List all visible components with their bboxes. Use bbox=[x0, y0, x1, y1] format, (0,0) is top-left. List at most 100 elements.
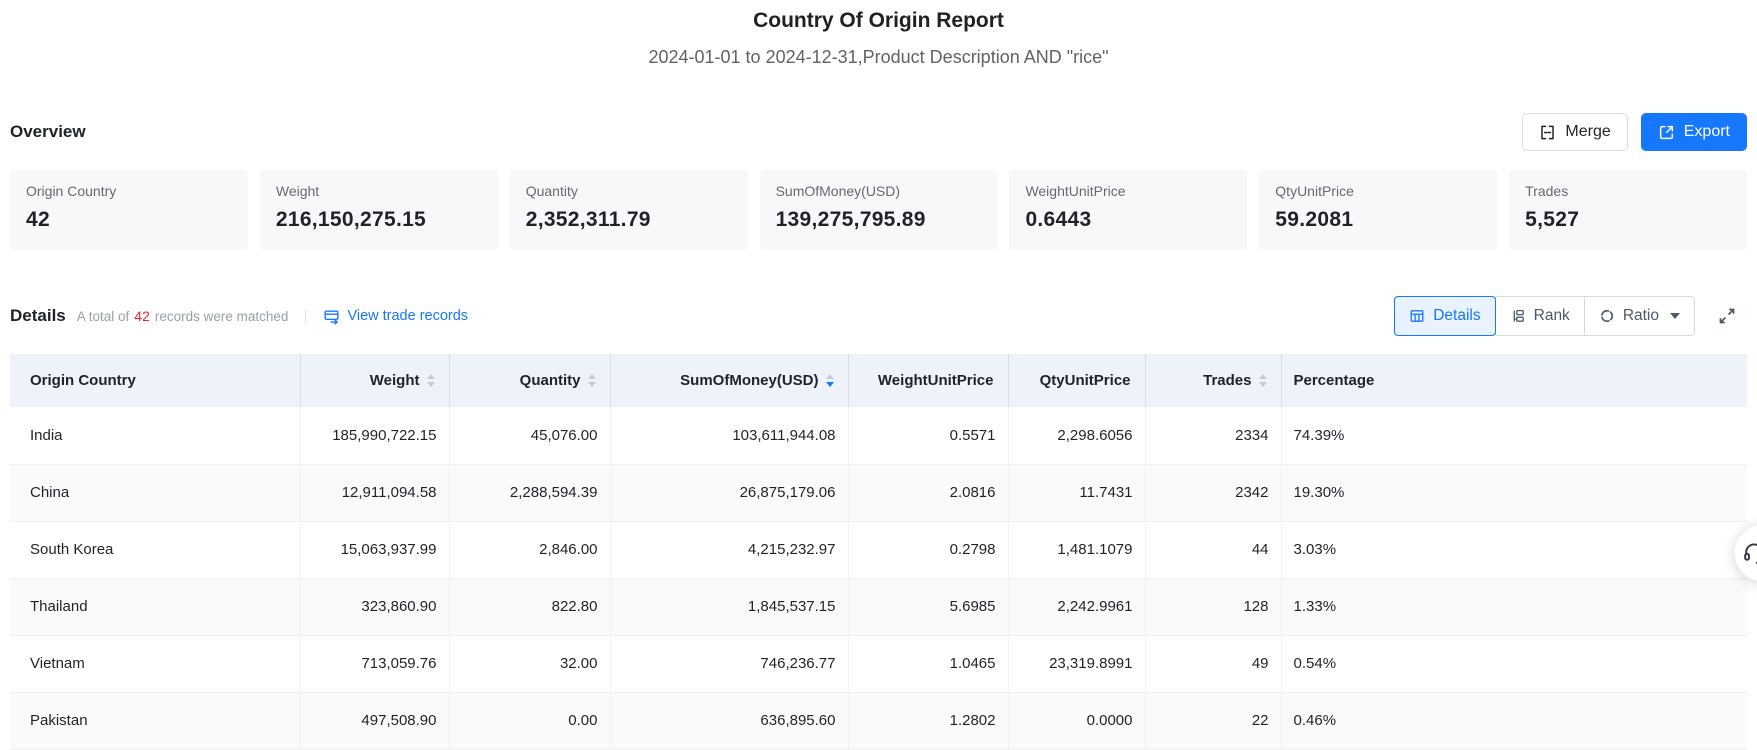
sort-control-trades[interactable] bbox=[1258, 374, 1267, 387]
ratio-donut-icon bbox=[1599, 308, 1615, 324]
table-cell: 636,895.60 bbox=[610, 692, 849, 750]
merge-icon bbox=[1539, 124, 1556, 141]
column-header-trades[interactable]: Trades bbox=[1145, 354, 1282, 407]
table-cell: South Korea bbox=[10, 521, 301, 579]
stat-card-value: 42 bbox=[26, 208, 50, 231]
stat-card-label: QtyUnitPrice bbox=[1275, 183, 1354, 199]
sort-control-quantity[interactable] bbox=[587, 374, 596, 387]
match-total-suffix: records were matched bbox=[154, 308, 289, 324]
table-cell: 45,076.00 bbox=[449, 407, 611, 465]
table-cell: 49 bbox=[1145, 635, 1282, 693]
column-label: Percentage bbox=[1293, 372, 1375, 389]
stat-card-weight-unit-price: WeightUnitPrice 0.6443 bbox=[1009, 170, 1248, 250]
table-row: Vietnam 713,059.76 32.00 746,236.77 1.0465 23… bbox=[10, 635, 1747, 693]
fullscreen-button[interactable] bbox=[1715, 304, 1739, 328]
table-cell: Pakistan bbox=[10, 692, 301, 750]
column-label: WeightUnitPrice bbox=[877, 372, 994, 389]
column-header-qty-unit-price: QtyUnitPrice bbox=[1008, 354, 1146, 407]
table-cell: 1.2802 bbox=[848, 692, 1009, 750]
report-subtitle: 2024-01-01 to 2024-12-31,Product Descrip… bbox=[648, 47, 1109, 67]
fullscreen-expand-icon bbox=[1717, 308, 1737, 329]
rank-icon bbox=[1510, 308, 1526, 324]
stat-card-label: WeightUnitPrice bbox=[1025, 183, 1126, 199]
table-row: South Korea 15,063,937.99 2,846.00 4,215,23… bbox=[10, 521, 1747, 579]
merge-button[interactable]: Merge bbox=[1522, 113, 1628, 151]
caret-up-icon bbox=[587, 374, 596, 379]
toolbar: Merge Export bbox=[1522, 113, 1747, 151]
table-grid-icon bbox=[1409, 308, 1425, 324]
caret-up-icon bbox=[426, 374, 435, 379]
table-cell: 19.30% bbox=[1281, 464, 1747, 522]
tab-rank[interactable]: Rank bbox=[1494, 296, 1585, 336]
table-cell: 0.0000 bbox=[1008, 692, 1146, 750]
stat-card-value: 216,150,275.15 bbox=[275, 208, 427, 231]
tab-ratio[interactable]: Ratio bbox=[1583, 296, 1695, 336]
tab-details[interactable]: Details bbox=[1394, 296, 1496, 336]
overview-header-row: Overview Merge Export bbox=[0, 113, 1757, 151]
table-cell: 32.00 bbox=[449, 635, 611, 693]
stat-card-trades: Trades 5,527 bbox=[1509, 170, 1748, 250]
stat-card-value: 0.6443 bbox=[1025, 208, 1092, 231]
match-total-prefix: A total of bbox=[76, 308, 130, 324]
table-cell: 0.2798 bbox=[848, 521, 1009, 579]
trade-records-icon bbox=[323, 308, 340, 325]
merge-button-label: Merge bbox=[1565, 123, 1611, 140]
table-cell: 1,481.1079 bbox=[1008, 521, 1146, 579]
table-row: Thailand 323,860.90 822.80 1,845,537.15 5.69… bbox=[10, 578, 1747, 636]
origin-country-table: Origin Country Weight Quantity SumOfMone… bbox=[10, 354, 1747, 750]
stat-card-weight: Weight 216,150,275.15 bbox=[259, 170, 498, 250]
table-cell: Vietnam bbox=[10, 635, 301, 693]
table-cell: China bbox=[10, 464, 301, 522]
table-cell: 2,298.6056 bbox=[1008, 407, 1146, 465]
stat-card-value: 59.2081 bbox=[1275, 208, 1354, 231]
stat-card-value: 139,275,795.89 bbox=[775, 208, 926, 231]
export-button-label: Export bbox=[1683, 123, 1730, 140]
table-row: China 12,911,094.58 2,288,594.39 26,875,179… bbox=[10, 464, 1747, 522]
tab-rank-label: Rank bbox=[1533, 307, 1570, 324]
view-trade-records-label: View trade records bbox=[347, 308, 469, 324]
column-label: QtyUnitPrice bbox=[1039, 372, 1131, 389]
table-cell: 4,215,232.97 bbox=[610, 521, 849, 579]
caret-down-icon-active bbox=[825, 382, 834, 387]
page-title: Country Of Origin Report bbox=[753, 9, 1004, 32]
tab-ratio-label: Ratio bbox=[1622, 307, 1659, 324]
stat-card-label: Origin Country bbox=[26, 183, 117, 199]
table-cell: 12,911,094.58 bbox=[300, 464, 450, 522]
table-cell: 3.03% bbox=[1281, 521, 1747, 579]
table-row: Pakistan 497,508.90 0.00 636,895.60 1.2802 0.… bbox=[10, 692, 1747, 750]
table-cell: India bbox=[10, 407, 301, 465]
table-cell: 0.00 bbox=[449, 692, 611, 750]
column-header-weight[interactable]: Weight bbox=[300, 354, 450, 407]
sort-control-weight[interactable] bbox=[426, 374, 435, 387]
stat-card-quantity: Quantity 2,352,311.79 bbox=[509, 170, 748, 250]
column-label: SumOfMoney(USD) bbox=[680, 372, 819, 389]
column-label: Quantity bbox=[519, 372, 581, 389]
table-cell: 2,846.00 bbox=[449, 521, 611, 579]
details-controls: Details Rank Ratio bbox=[1394, 296, 1747, 336]
table-cell: 746,236.77 bbox=[610, 635, 849, 693]
table-cell: 822.80 bbox=[449, 578, 611, 636]
column-header-sum-of-money[interactable]: SumOfMoney(USD) bbox=[610, 354, 849, 407]
table-cell: 323,860.90 bbox=[300, 578, 450, 636]
view-switcher: Details Rank Ratio bbox=[1394, 296, 1695, 336]
export-button[interactable]: Export bbox=[1640, 113, 1747, 151]
table-row: India 185,990,722.15 45,076.00 103,611,944.… bbox=[10, 407, 1747, 465]
table-cell: 5.6985 bbox=[848, 578, 1009, 636]
table-cell: 2334 bbox=[1145, 407, 1282, 465]
caret-up-icon bbox=[1258, 374, 1267, 379]
view-trade-records-link[interactable]: View trade records bbox=[323, 308, 468, 325]
vertical-divider bbox=[305, 308, 307, 324]
table-cell: 23,319.8991 bbox=[1008, 635, 1146, 693]
table-cell: 26,875,179.06 bbox=[610, 464, 849, 522]
table-cell: 2,242.9961 bbox=[1008, 578, 1146, 636]
country-of-origin-report-page: Country Of Origin Report 2024-01-01 to 2… bbox=[0, 0, 1757, 750]
table-cell: 15,063,937.99 bbox=[300, 521, 450, 579]
table-header-row: Origin Country Weight Quantity SumOfMone… bbox=[10, 354, 1747, 407]
column-header-weight-unit-price: WeightUnitPrice bbox=[848, 354, 1009, 407]
sort-control-sum-of-money[interactable] bbox=[825, 374, 834, 387]
column-header-quantity[interactable]: Quantity bbox=[449, 354, 611, 407]
table-cell: 11.7431 bbox=[1008, 464, 1146, 522]
caret-down-icon bbox=[587, 382, 596, 387]
match-count: 42 bbox=[134, 308, 150, 324]
caret-down-icon bbox=[426, 382, 435, 387]
